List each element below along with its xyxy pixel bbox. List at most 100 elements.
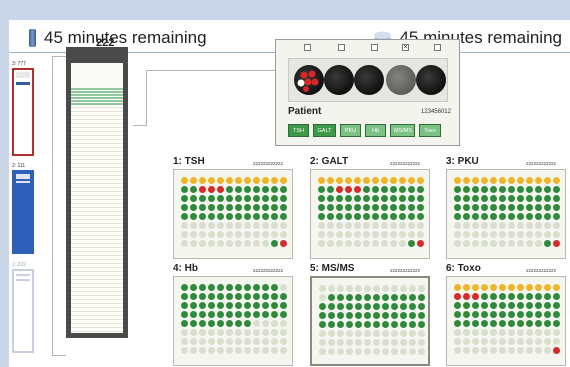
well[interactable] (337, 348, 344, 355)
well[interactable] (454, 231, 461, 238)
well[interactable] (280, 240, 287, 247)
well[interactable] (244, 240, 251, 247)
well[interactable] (490, 177, 497, 184)
well[interactable] (481, 186, 488, 193)
well[interactable] (253, 213, 260, 220)
well[interactable] (328, 330, 335, 337)
well[interactable] (373, 285, 380, 292)
well[interactable] (217, 293, 224, 300)
well[interactable] (280, 320, 287, 327)
well[interactable] (181, 195, 188, 202)
well[interactable] (508, 195, 515, 202)
well[interactable] (508, 293, 515, 300)
well[interactable] (390, 231, 397, 238)
well[interactable] (418, 303, 425, 310)
well[interactable] (472, 284, 479, 291)
well[interactable] (373, 312, 380, 319)
well[interactable] (319, 339, 326, 346)
well[interactable] (226, 186, 233, 193)
well[interactable] (327, 213, 334, 220)
well[interactable] (280, 338, 287, 345)
well[interactable] (355, 330, 362, 337)
well[interactable] (382, 294, 389, 301)
well[interactable] (535, 329, 542, 336)
well[interactable] (181, 320, 188, 327)
well[interactable] (318, 186, 325, 193)
well[interactable] (399, 186, 406, 193)
well[interactable] (280, 186, 287, 193)
well[interactable] (319, 321, 326, 328)
well[interactable] (400, 330, 407, 337)
plate[interactable] (446, 169, 566, 259)
well[interactable] (553, 320, 560, 327)
well[interactable] (399, 222, 406, 229)
well[interactable] (190, 204, 197, 211)
well[interactable] (408, 240, 415, 247)
well[interactable] (472, 177, 479, 184)
well[interactable] (346, 285, 353, 292)
well[interactable] (499, 195, 506, 202)
well[interactable] (190, 293, 197, 300)
well[interactable] (535, 222, 542, 229)
well[interactable] (337, 330, 344, 337)
well[interactable] (399, 240, 406, 247)
well[interactable] (199, 231, 206, 238)
well[interactable] (262, 195, 269, 202)
well[interactable] (418, 321, 425, 328)
plate[interactable] (173, 276, 293, 366)
well[interactable] (318, 177, 325, 184)
well[interactable] (280, 213, 287, 220)
well[interactable] (490, 311, 497, 318)
well[interactable] (535, 293, 542, 300)
well[interactable] (244, 320, 251, 327)
well[interactable] (508, 284, 515, 291)
well[interactable] (253, 186, 260, 193)
well[interactable] (318, 222, 325, 229)
well[interactable] (490, 338, 497, 345)
well[interactable] (481, 213, 488, 220)
well[interactable] (181, 311, 188, 318)
well[interactable] (400, 348, 407, 355)
well[interactable] (354, 195, 361, 202)
well[interactable] (408, 222, 415, 229)
well[interactable] (526, 213, 533, 220)
well[interactable] (355, 321, 362, 328)
well[interactable] (481, 329, 488, 336)
well[interactable] (553, 302, 560, 309)
well[interactable] (553, 222, 560, 229)
well[interactable] (346, 312, 353, 319)
well[interactable] (481, 240, 488, 247)
well[interactable] (336, 195, 343, 202)
well[interactable] (508, 222, 515, 229)
well[interactable] (517, 284, 524, 291)
well[interactable] (553, 311, 560, 318)
well[interactable] (271, 204, 278, 211)
well[interactable] (354, 222, 361, 229)
well[interactable] (508, 320, 515, 327)
well[interactable] (472, 293, 479, 300)
well[interactable] (208, 195, 215, 202)
well[interactable] (235, 240, 242, 247)
well[interactable] (262, 338, 269, 345)
well[interactable] (472, 329, 479, 336)
well[interactable] (199, 311, 206, 318)
well[interactable] (526, 240, 533, 247)
well[interactable] (345, 195, 352, 202)
well[interactable] (399, 231, 406, 238)
well[interactable] (490, 302, 497, 309)
well[interactable] (408, 213, 415, 220)
well[interactable] (271, 302, 278, 309)
well[interactable] (208, 204, 215, 211)
well[interactable] (363, 222, 370, 229)
well[interactable] (244, 302, 251, 309)
well[interactable] (235, 338, 242, 345)
well[interactable] (381, 213, 388, 220)
well[interactable] (408, 177, 415, 184)
well[interactable] (490, 329, 497, 336)
well[interactable] (345, 231, 352, 238)
well[interactable] (181, 222, 188, 229)
well[interactable] (318, 240, 325, 247)
well[interactable] (499, 311, 506, 318)
well[interactable] (327, 231, 334, 238)
well[interactable] (481, 302, 488, 309)
